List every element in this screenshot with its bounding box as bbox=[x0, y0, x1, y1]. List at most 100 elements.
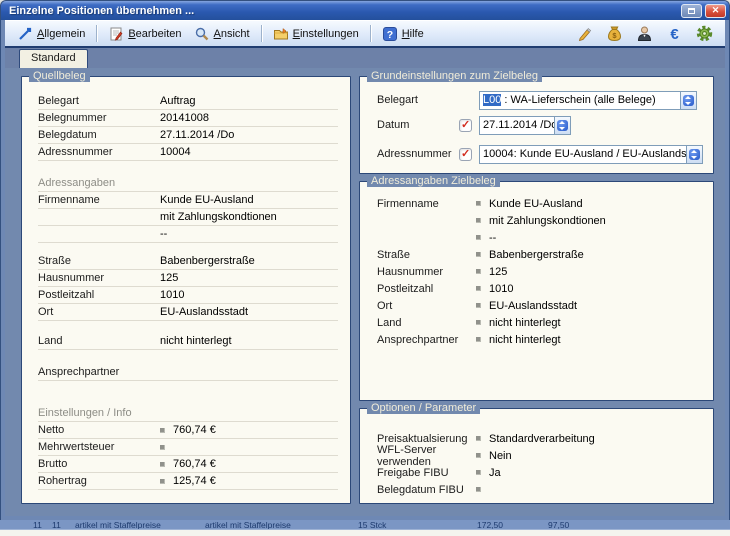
right-column: Grundeinstellungen zum Zielbeleg Belegar… bbox=[359, 76, 714, 504]
value-bullet bbox=[476, 337, 481, 342]
field-row: mit Zahlungskondtionen bbox=[38, 209, 338, 226]
menu-bearbeiten[interactable]: Bearbeiten bbox=[102, 24, 187, 44]
menu-hilfe[interactable]: ? Hilfe bbox=[376, 24, 430, 44]
menu-ansicht[interactable]: Ansicht bbox=[188, 24, 256, 44]
money-bag-icon[interactable]: $ bbox=[606, 25, 623, 42]
field-row: Mehrwertsteuer bbox=[38, 439, 338, 456]
field-row: Landnicht hinterlegt bbox=[377, 314, 703, 331]
toolbar-separator bbox=[370, 25, 371, 42]
adressnummer-checkbox[interactable] bbox=[459, 148, 472, 161]
tab-standard[interactable]: Standard bbox=[19, 49, 88, 68]
panel-grundeinstellungen: Grundeinstellungen zum Zielbeleg Belegar… bbox=[359, 76, 714, 174]
person-icon[interactable] bbox=[636, 25, 653, 42]
restore-icon bbox=[688, 8, 695, 14]
value-bullet bbox=[476, 470, 481, 475]
field-row: Hausnummer125 bbox=[377, 263, 703, 280]
field-row: Ansprechpartner bbox=[38, 364, 338, 381]
background-table-row: 11 11 artikel mit Staffelpreise artikel … bbox=[0, 520, 730, 530]
field-row: FirmennameKunde EU-Ausland bbox=[377, 195, 703, 212]
tab-strip: Standard bbox=[5, 46, 725, 68]
datum-checkbox[interactable] bbox=[459, 119, 472, 132]
euro-icon[interactable]: € bbox=[666, 25, 683, 42]
value-bullet bbox=[476, 487, 481, 492]
belegart-spinner[interactable] bbox=[680, 92, 696, 109]
menu-einstellungen[interactable]: Einstellungen bbox=[267, 24, 365, 44]
field-row: Belegdatum27.11.2014 /Do bbox=[38, 127, 338, 144]
adressnummer-spinner[interactable] bbox=[686, 146, 702, 163]
panel-quellbeleg: Quellbeleg BelegartAuftrag Belegnummer20… bbox=[21, 76, 351, 504]
left-column: Quellbeleg BelegartAuftrag Belegnummer20… bbox=[21, 76, 351, 504]
dialog-window: Einzelne Positionen übernehmen ... ✕ All… bbox=[0, 0, 730, 520]
menu-label: Allgemein bbox=[37, 28, 85, 40]
dialog-content: Quellbeleg BelegartAuftrag Belegnummer20… bbox=[5, 68, 725, 516]
panel-legend: Quellbeleg bbox=[29, 70, 90, 82]
menu-allgemein[interactable]: Allgemein bbox=[11, 24, 91, 44]
value-bullet bbox=[476, 320, 481, 325]
field-row: Freigabe FIBUJa bbox=[377, 464, 703, 481]
field-row: WFL-Server verwendenNein bbox=[377, 447, 703, 464]
value-bullet bbox=[476, 436, 481, 441]
field-row: Postleitzahl1010 bbox=[377, 280, 703, 297]
gear-icon[interactable] bbox=[696, 25, 713, 42]
section-header: Einstellungen / Info bbox=[38, 405, 338, 422]
toolbar-separator bbox=[96, 25, 97, 42]
field-row: FirmennameKunde EU-Ausland bbox=[38, 192, 338, 209]
field-row: Brutto760,74 € bbox=[38, 456, 338, 473]
window-title: Einzelne Positionen übernehmen ... bbox=[9, 5, 678, 17]
value-bullet bbox=[160, 479, 165, 484]
updown-icon bbox=[689, 149, 700, 160]
field-row: -- bbox=[38, 226, 338, 243]
updown-icon bbox=[557, 120, 568, 131]
updown-icon bbox=[683, 95, 694, 106]
value-bullet bbox=[160, 428, 165, 433]
menu-label: Hilfe bbox=[402, 28, 424, 40]
panel-legend: Grundeinstellungen zum Zielbeleg bbox=[367, 70, 542, 82]
field-row: Hausnummer125 bbox=[38, 270, 338, 287]
value-bullet bbox=[476, 235, 481, 240]
menu-label: Bearbeiten bbox=[128, 28, 181, 40]
background-window-fragment: 11 11 artikel mit Staffelpreise artikel … bbox=[0, 520, 730, 536]
field-row: Landnicht hinterlegt bbox=[38, 333, 338, 350]
field-row: BelegartAuftrag bbox=[38, 93, 338, 110]
field-row: StraßeBabenbergerstraße bbox=[377, 246, 703, 263]
value-bullet bbox=[160, 445, 165, 450]
folder-settings-icon bbox=[273, 26, 289, 42]
arrow-icon bbox=[17, 26, 33, 42]
adressnummer-field[interactable]: 10004: Kunde EU-Ausland / EU-Auslandssta… bbox=[479, 145, 703, 164]
menu-label: Ansicht bbox=[214, 28, 250, 40]
section-header: Adressangaben bbox=[38, 175, 338, 192]
field-row: Postleitzahl1010 bbox=[38, 287, 338, 304]
panel-adressangaben-zielbeleg: Adressangaben Zielbeleg FirmennameKunde … bbox=[359, 181, 714, 401]
selected-code: L00 bbox=[483, 94, 501, 106]
field-row: mit Zahlungskondtionen bbox=[377, 212, 703, 229]
field-row: StraßeBabenbergerstraße bbox=[38, 253, 338, 270]
toolbar-separator bbox=[261, 25, 262, 42]
value-bullet bbox=[476, 201, 481, 206]
field-row: OrtEU-Auslandsstadt bbox=[377, 297, 703, 314]
menu-label: Einstellungen bbox=[293, 28, 359, 40]
toolbar-right-icons: $ € bbox=[576, 25, 717, 42]
belegart-combobox[interactable]: L00 : WA-Lieferschein (alle Belege) bbox=[479, 91, 697, 110]
field-row: OrtEU-Auslandsstadt bbox=[38, 304, 338, 321]
svg-text:€: € bbox=[670, 26, 679, 42]
value-bullet bbox=[476, 303, 481, 308]
close-button[interactable]: ✕ bbox=[705, 4, 726, 18]
field-row: Belegdatum FIBU bbox=[377, 481, 703, 498]
belegart-row: Belegart L00 : WA-Lieferschein (alle Bel… bbox=[377, 90, 703, 110]
value-bullet bbox=[476, 269, 481, 274]
panel-legend: Adressangaben Zielbeleg bbox=[367, 175, 500, 187]
restore-button[interactable] bbox=[681, 4, 702, 18]
titlebar[interactable]: Einzelne Positionen übernehmen ... ✕ bbox=[1, 1, 729, 20]
magnifier-icon bbox=[194, 26, 210, 42]
panel-legend: Optionen / Parameter bbox=[367, 402, 480, 414]
pen-icon[interactable] bbox=[576, 25, 593, 42]
datum-spinner[interactable] bbox=[554, 117, 570, 134]
datum-field[interactable]: 27.11.2014 /Do bbox=[479, 116, 571, 135]
value-bullet bbox=[476, 453, 481, 458]
value-bullet bbox=[476, 286, 481, 291]
field-row: Rohertrag125,74 € bbox=[38, 473, 338, 490]
panel-optionen-parameter: Optionen / Parameter PreisaktualsierungS… bbox=[359, 408, 714, 504]
datum-row: Datum 27.11.2014 /Do bbox=[377, 115, 703, 135]
value-bullet bbox=[476, 218, 481, 223]
value-bullet bbox=[476, 252, 481, 257]
